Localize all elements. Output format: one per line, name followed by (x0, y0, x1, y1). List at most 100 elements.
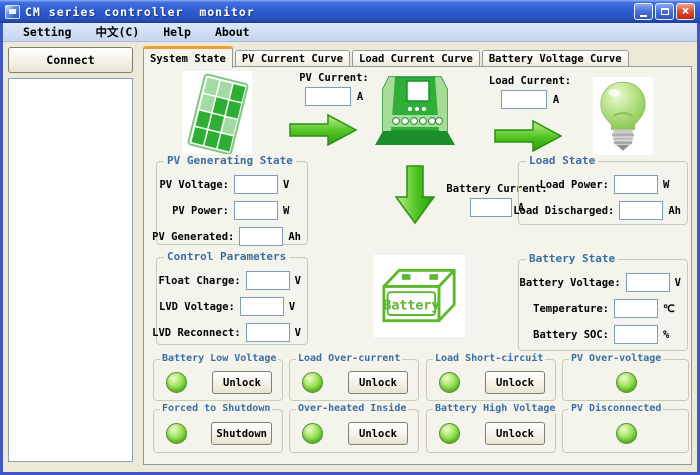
status-led (166, 372, 187, 393)
minimize-icon[interactable] (634, 3, 653, 20)
lvd-reconnect-label: LVD Reconnect: (152, 327, 241, 339)
lvd-voltage-input[interactable] (240, 297, 284, 316)
alarm-title: Load Short-circuit (433, 353, 545, 364)
alarm-load-over-current: Load Over-current Unlock (289, 359, 419, 401)
battery-soc-input[interactable] (614, 325, 658, 344)
menu-language[interactable]: 中文(C) (87, 23, 147, 41)
group-pv-generating-state: PV Generating State PV Voltage:V PV Powe… (156, 161, 308, 245)
arrow-down-icon (394, 164, 436, 226)
alarm-title: Load Over-current (296, 353, 402, 364)
pv-voltage-label: PV Voltage: (159, 179, 229, 191)
float-charge-input[interactable] (246, 271, 290, 290)
alarm-load-short-circuit: Load Short-circuit Unlock (426, 359, 556, 401)
battery-soc-unit: % (663, 329, 681, 341)
alarm-title: Battery Low Voltage (160, 353, 278, 364)
lvd-reconnect-input[interactable] (246, 323, 290, 342)
status-led (439, 372, 460, 393)
load-current-label: Load Current: (489, 75, 571, 87)
menu-help[interactable]: Help (155, 24, 199, 40)
pv-power-input[interactable] (234, 201, 278, 220)
pv-generated-unit: Ah (288, 231, 301, 243)
app-window: CM series controller monitor Setting 中文(… (0, 0, 700, 475)
connect-button[interactable]: Connect (8, 47, 133, 73)
lvd-voltage-label: LVD Voltage: (159, 301, 235, 313)
load-discharged-unit: Ah (668, 205, 681, 217)
maximize-icon[interactable] (655, 3, 674, 20)
window-controls (634, 3, 695, 20)
alarm-over-heated-inside: Over-heated Inside Unlock (289, 409, 419, 453)
pv-generated-label: PV Generated: (152, 231, 234, 243)
status-led (616, 423, 637, 444)
group-title: PV Generating State (164, 154, 296, 167)
temperature-unit: ℃ (663, 303, 681, 315)
pv-current-unit: A (357, 91, 363, 103)
load-current-block: Load Current: A (474, 75, 586, 109)
status-led (166, 423, 187, 444)
group-control-parameters: Control Parameters Float Charge:V LVD Vo… (156, 257, 308, 345)
load-current-unit: A (553, 94, 559, 106)
device-list[interactable] (8, 78, 133, 462)
battery-voltage-input[interactable] (626, 273, 670, 292)
arrow-right-icon (288, 113, 358, 147)
battery-icon: Battery (373, 255, 465, 337)
controller-icon (373, 73, 457, 153)
load-discharged-input[interactable] (619, 201, 663, 220)
pv-power-label: PV Power: (172, 205, 229, 217)
pv-voltage-unit: V (283, 179, 301, 191)
group-title: Load State (526, 154, 598, 167)
lvd-voltage-unit: V (289, 301, 301, 313)
alarm-title: Over-heated Inside (296, 403, 408, 414)
alarm-title: Forced to Shutdown (160, 403, 272, 414)
shutdown-button[interactable]: Shutdown (211, 422, 272, 445)
tab-system-state[interactable]: System State (143, 46, 233, 68)
alarm-pv-over-voltage: PV Over-voltage (562, 359, 689, 401)
unlock-button[interactable]: Unlock (348, 422, 408, 445)
arrow-right-icon (493, 119, 563, 153)
pv-voltage-input[interactable] (234, 175, 278, 194)
unlock-button[interactable]: Unlock (212, 371, 272, 394)
unlock-button[interactable]: Unlock (485, 422, 545, 445)
solar-panel-icon (182, 71, 252, 157)
pv-current-label: PV Current: (299, 72, 369, 84)
alarm-pv-disconnected: PV Disconnected (562, 409, 689, 453)
status-led (302, 423, 323, 444)
group-title: Control Parameters (164, 250, 289, 263)
alarm-battery-low-voltage: Battery Low Voltage Unlock (153, 359, 283, 401)
alarm-battery-high-voltage: Battery High Voltage Unlock (426, 409, 556, 453)
status-led (439, 423, 460, 444)
alarm-title: PV Disconnected (569, 403, 663, 414)
status-led (302, 372, 323, 393)
system-state-panel: PV Current: A (143, 66, 692, 465)
unlock-button[interactable]: Unlock (485, 371, 545, 394)
title-bar[interactable]: CM series controller monitor (0, 0, 700, 23)
tab-load-current-curve[interactable]: Load Current Curve (352, 50, 480, 66)
load-discharged-label: Load Discharged: (513, 205, 614, 217)
pv-power-unit: W (283, 205, 301, 217)
load-current-input[interactable] (501, 90, 547, 109)
alarm-title: Battery High Voltage (433, 403, 557, 414)
alarm-forced-to-shutdown: Forced to Shutdown Shutdown (153, 409, 283, 453)
close-icon[interactable] (676, 3, 695, 20)
light-bulb-icon (593, 77, 653, 155)
pv-generated-input[interactable] (239, 227, 283, 246)
load-power-label: Load Power: (539, 179, 609, 191)
tab-pv-current-curve[interactable]: PV Current Curve (235, 50, 350, 66)
menu-setting[interactable]: Setting (15, 24, 79, 40)
battery-voltage-unit: V (675, 277, 681, 289)
float-charge-unit: V (295, 275, 301, 287)
unlock-button[interactable]: Unlock (348, 371, 408, 394)
tab-strip: System State PV Current Curve Load Curre… (143, 48, 631, 66)
menu-about[interactable]: About (207, 24, 258, 40)
pv-current-input[interactable] (305, 87, 351, 106)
battery-soc-label: Battery SOC: (533, 329, 609, 341)
temperature-input[interactable] (614, 299, 658, 318)
tab-battery-voltage-curve[interactable]: Battery Voltage Curve (482, 50, 629, 66)
menu-bar: Setting 中文(C) Help About (3, 23, 697, 42)
lvd-reconnect-unit: V (295, 327, 301, 339)
load-power-unit: W (663, 179, 681, 191)
group-title: Battery State (526, 252, 618, 265)
load-power-input[interactable] (614, 175, 658, 194)
battery-icon-label: Battery (383, 298, 439, 313)
window-title: CM series controller monitor (25, 5, 255, 19)
battery-current-input[interactable] (470, 198, 512, 217)
